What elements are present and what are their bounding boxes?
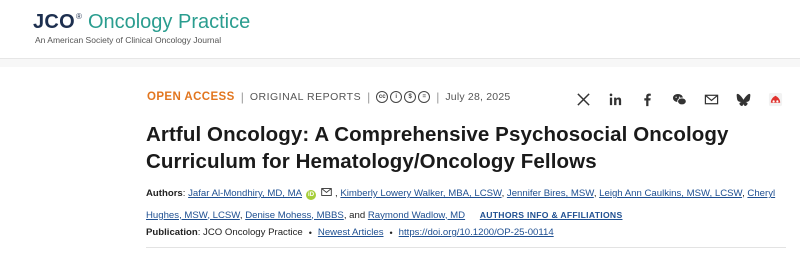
author-link[interactable]: Denise Mohess, MBBS	[245, 210, 344, 221]
orcid-icon[interactable]: iD	[306, 190, 317, 200]
author-link[interactable]: Jennifer Bires, MSW	[507, 188, 594, 199]
logo-abbrev: JCO	[33, 11, 76, 33]
nc-icon[interactable]: $	[404, 91, 417, 103]
meta-separator: |	[436, 90, 440, 104]
share-toolbar	[576, 92, 783, 107]
author-link[interactable]: Jafar Al-Mondhiry, MD, MA	[188, 188, 302, 199]
by-icon[interactable]: i	[390, 91, 403, 103]
publication-journal: JCO Oncology Practice	[203, 227, 303, 238]
header-band	[0, 59, 800, 67]
open-access-badge: OPEN ACCESS	[147, 91, 235, 103]
linkedin-icon[interactable]	[608, 92, 623, 107]
author-link[interactable]: Leigh Ann Caulkins, MSW, LCSW	[599, 188, 742, 199]
logo-tagline: An American Society of Clinical Oncology…	[35, 35, 222, 45]
authors-and: and	[349, 209, 366, 221]
cc-icon[interactable]: cc	[376, 91, 389, 103]
bullet-separator: •	[308, 227, 312, 238]
article-meta: OPEN ACCESS | ORIGINAL REPORTS | cc i $ …	[147, 90, 510, 104]
authors-list: Authors: Jafar Al-Mondhiry, MD, MA iD, Ki…	[146, 188, 776, 221]
publication-label: Publication	[146, 227, 198, 238]
journal-logo[interactable]: JCO ® Oncology Practice	[33, 11, 250, 33]
article-title: Artful Oncology: A Comprehensive Psychos…	[146, 123, 729, 173]
article-type: ORIGINAL REPORTS	[249, 91, 362, 103]
nd-icon[interactable]: =	[418, 91, 431, 103]
logo-registered-mark: ®	[76, 12, 82, 21]
bullet-separator: •	[389, 227, 393, 238]
site-header: JCO ® Oncology Practice An American Soci…	[0, 0, 800, 58]
authors-label: Authors	[146, 188, 183, 199]
wechat-icon[interactable]	[672, 92, 687, 107]
newest-articles-link[interactable]: Newest Articles	[318, 227, 384, 238]
section-divider	[146, 247, 786, 248]
publication-info: Publication: JCO Oncology Practice • New…	[146, 227, 554, 238]
author-link[interactable]: Kimberly Lowery Walker, MBA, LCSW	[340, 188, 501, 199]
license-icons[interactable]: cc i $ =	[376, 91, 431, 103]
meta-separator: |	[240, 90, 244, 104]
mendeley-icon[interactable]	[768, 92, 783, 107]
logo-name: Oncology Practice	[87, 11, 251, 33]
facebook-icon[interactable]	[640, 92, 655, 107]
x-icon[interactable]	[576, 92, 591, 107]
email-icon[interactable]	[321, 188, 332, 196]
email-icon[interactable]	[704, 92, 719, 107]
authors-affiliations-link[interactable]: AUTHORS INFO & AFFILIATIONS	[480, 210, 623, 220]
meta-separator: |	[367, 90, 371, 104]
bluesky-icon[interactable]	[736, 92, 751, 107]
publication-date: July 28, 2025	[445, 91, 511, 103]
author-link[interactable]: Raymond Wadlow, MD	[368, 210, 465, 221]
doi-link[interactable]: https://doi.org/10.1200/OP-25-00114	[399, 227, 554, 238]
